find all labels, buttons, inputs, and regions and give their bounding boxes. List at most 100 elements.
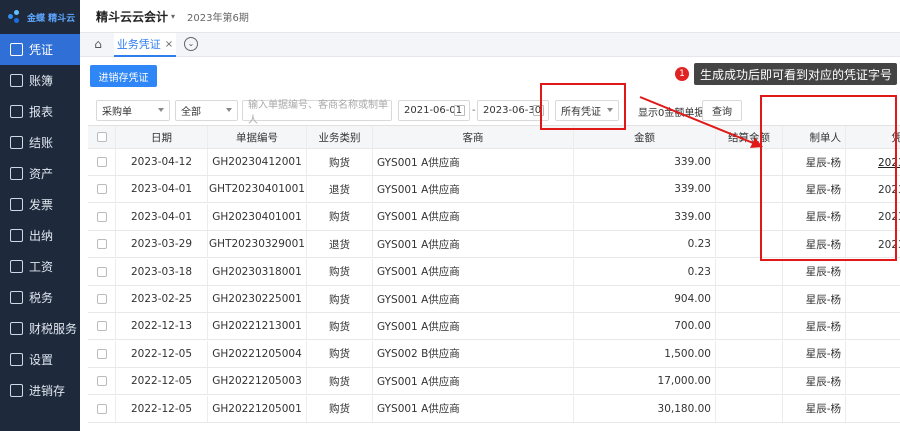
table-row[interactable]: 2023-04-01 GHT20230401001 退货 GYS001 A供应商 339…: [88, 176, 900, 204]
cell-partner: GYS001 A供应商: [373, 203, 574, 230]
calendar-icon[interactable]: [454, 105, 465, 116]
col-header-partner[interactable]: 客商: [373, 126, 574, 148]
row-checkbox[interactable]: [96, 266, 107, 277]
accounting-period: 2023年第6期: [187, 12, 249, 24]
cell-date: 2023-04-12: [116, 149, 208, 175]
cell-maker: 星辰-杨: [783, 340, 846, 367]
sidebar-item-2[interactable]: 报表: [0, 96, 80, 127]
settings-icon: [10, 353, 23, 366]
row-checkbox[interactable]: [96, 184, 107, 195]
cell-amount: 0.23: [574, 258, 716, 285]
tab-menu-icon[interactable]: ⌄: [184, 37, 198, 51]
cell-partner: GYS001 A供应商: [373, 149, 574, 175]
voucher-number-link[interactable]: 202306-记-15: [878, 209, 900, 224]
col-header-maker[interactable]: 制单人: [783, 126, 846, 148]
sidebar-item-0[interactable]: 凭证: [0, 34, 80, 65]
scope-value: 全部: [181, 107, 201, 118]
close-icon[interactable]: ×: [165, 39, 173, 50]
table-row[interactable]: 2022-12-05 GH20221205003 购货 GYS001 A供应商 17,0…: [88, 368, 900, 396]
invoice-icon: [10, 198, 23, 211]
sidebar-item-11[interactable]: 进销存: [0, 375, 80, 406]
voucher-number-link[interactable]: 202306-记-15: [878, 182, 900, 197]
table-row[interactable]: 2023-04-12 GH20230412001 购货 GYS001 A供应商 339.…: [88, 149, 900, 176]
sidebar-item-label: 税务: [29, 291, 54, 305]
table-row[interactable]: 2023-04-01 GH20230401001 购货 GYS001 A供应商 339.…: [88, 203, 900, 231]
inventory-voucher-button[interactable]: 进销存凭证: [90, 65, 157, 87]
sidebar-item-label: 进销存: [29, 384, 66, 398]
cell-maker: 星辰-杨: [783, 149, 846, 175]
voucher-number-link[interactable]: 202306-记-15: [878, 155, 900, 170]
checkbox-cell: [88, 286, 116, 312]
sidebar-item-8[interactable]: 税务: [0, 282, 80, 313]
voucher-number-cell: [846, 368, 900, 394]
table-row[interactable]: 2022-12-13 GH20221213001 购货 GYS001 A供应商 700.…: [88, 313, 900, 341]
checkbox-cell: [88, 149, 116, 175]
voucher-filter-select[interactable]: 所有凭证: [555, 100, 619, 121]
voucher-number-cell: [846, 259, 900, 285]
cell-maker: 星辰-杨: [783, 313, 846, 340]
row-checkbox[interactable]: [96, 211, 107, 222]
chevron-down-icon[interactable]: ▾: [171, 12, 175, 21]
table-row[interactable]: 2023-02-25 GH20230225001 购货 GYS001 A供应商 904.…: [88, 286, 900, 313]
show-zero-amount-toggle[interactable]: 显示0金额单据: [638, 104, 704, 119]
cell-no: GHT20230329001: [208, 231, 307, 258]
table-row[interactable]: 2022-12-05 GH20221205004 购货 GYS002 B供应商 1,50…: [88, 340, 900, 368]
col-header-date[interactable]: 日期: [116, 126, 208, 148]
cell-type: 退货: [307, 176, 373, 203]
col-header-amount[interactable]: 金额: [574, 126, 716, 148]
cell-amount: 0.23: [574, 231, 716, 258]
calendar-icon[interactable]: [533, 105, 544, 116]
col-header-type[interactable]: 业务类别: [307, 126, 373, 148]
tab-business-voucher[interactable]: 业务凭证 ×: [114, 33, 176, 57]
doc-type-select[interactable]: 采购单: [96, 100, 170, 121]
row-checkbox[interactable]: [96, 376, 107, 387]
row-checkbox[interactable]: [96, 157, 107, 167]
table-row[interactable]: 2023-03-29 GHT20230329001 退货 GYS001 A供应商 0.2…: [88, 231, 900, 259]
search-input[interactable]: 输入单据编号、客商名称或制单人: [242, 100, 392, 126]
sidebar-item-9[interactable]: 财税服务: [0, 313, 80, 344]
sidebar-item-label: 发票: [29, 198, 54, 212]
scope-select[interactable]: 全部: [175, 100, 238, 121]
sidebar-item-5[interactable]: 发票: [0, 189, 80, 220]
tax-icon: [10, 291, 23, 304]
cell-type: 购货: [307, 340, 373, 367]
sidebar-item-1[interactable]: 账簿: [0, 65, 80, 96]
voucher-number-cell: [846, 286, 900, 312]
row-checkbox[interactable]: [96, 239, 107, 250]
query-button[interactable]: 查询: [702, 100, 742, 121]
col-header-no[interactable]: 单据编号: [208, 126, 307, 148]
cell-amount: 17,000.00: [574, 368, 716, 395]
row-checkbox[interactable]: [96, 294, 107, 304]
sidebar-item-7[interactable]: 工资: [0, 251, 80, 282]
sidebar-item-label: 财税服务: [29, 322, 78, 336]
voucher-number-link[interactable]: 202306-记-15: [878, 237, 900, 252]
sidebar-item-10[interactable]: 设置: [0, 344, 80, 375]
voucher-icon: [10, 43, 23, 56]
sidebar-item-4[interactable]: 资产: [0, 158, 80, 189]
table-row[interactable]: 2022-12-05 GH20221205001 购货 GYS001 A供应商 30,1…: [88, 395, 900, 423]
voucher-number-cell: [846, 396, 900, 422]
cell-amount: 700.00: [574, 313, 716, 340]
sidebar-item-label: 出纳: [29, 229, 54, 243]
cell-amount: 339.00: [574, 149, 716, 175]
cell-no: GH20230318001: [208, 258, 307, 285]
table-row[interactable]: 2023-03-18 GH20230318001 购货 GYS001 A供应商 0.23…: [88, 258, 900, 286]
row-checkbox[interactable]: [96, 348, 107, 359]
select-all-checkbox[interactable]: [96, 132, 107, 142]
sidebar-item-6[interactable]: 出纳: [0, 220, 80, 251]
row-checkbox[interactable]: [96, 403, 107, 414]
voucher-number-cell: 202306-记-15(删除): [846, 149, 900, 175]
app-title[interactable]: 精斗云云会计: [96, 8, 168, 25]
col-header-voucher[interactable]: 凭证字号: [846, 126, 900, 148]
date-from-input[interactable]: 2021-06-01: [398, 100, 470, 121]
sidebar: 金蝶 精斗云 凭证 账簿 报表 结账 资产 发票 出纳 工资 税务 财税服务 设置 进销存: [0, 0, 80, 431]
date-to-input[interactable]: 2023-06-30: [477, 100, 549, 121]
caret-down-icon: [226, 108, 232, 112]
row-checkbox[interactable]: [96, 321, 107, 332]
checkbox-cell: [88, 231, 116, 258]
cell-no: GHT20230401001: [208, 176, 307, 203]
cell-amount: 339.00: [574, 203, 716, 230]
col-header-settled[interactable]: 结算金额: [716, 126, 783, 148]
sidebar-item-3[interactable]: 结账: [0, 127, 80, 158]
home-icon[interactable]: ⌂: [90, 37, 106, 53]
